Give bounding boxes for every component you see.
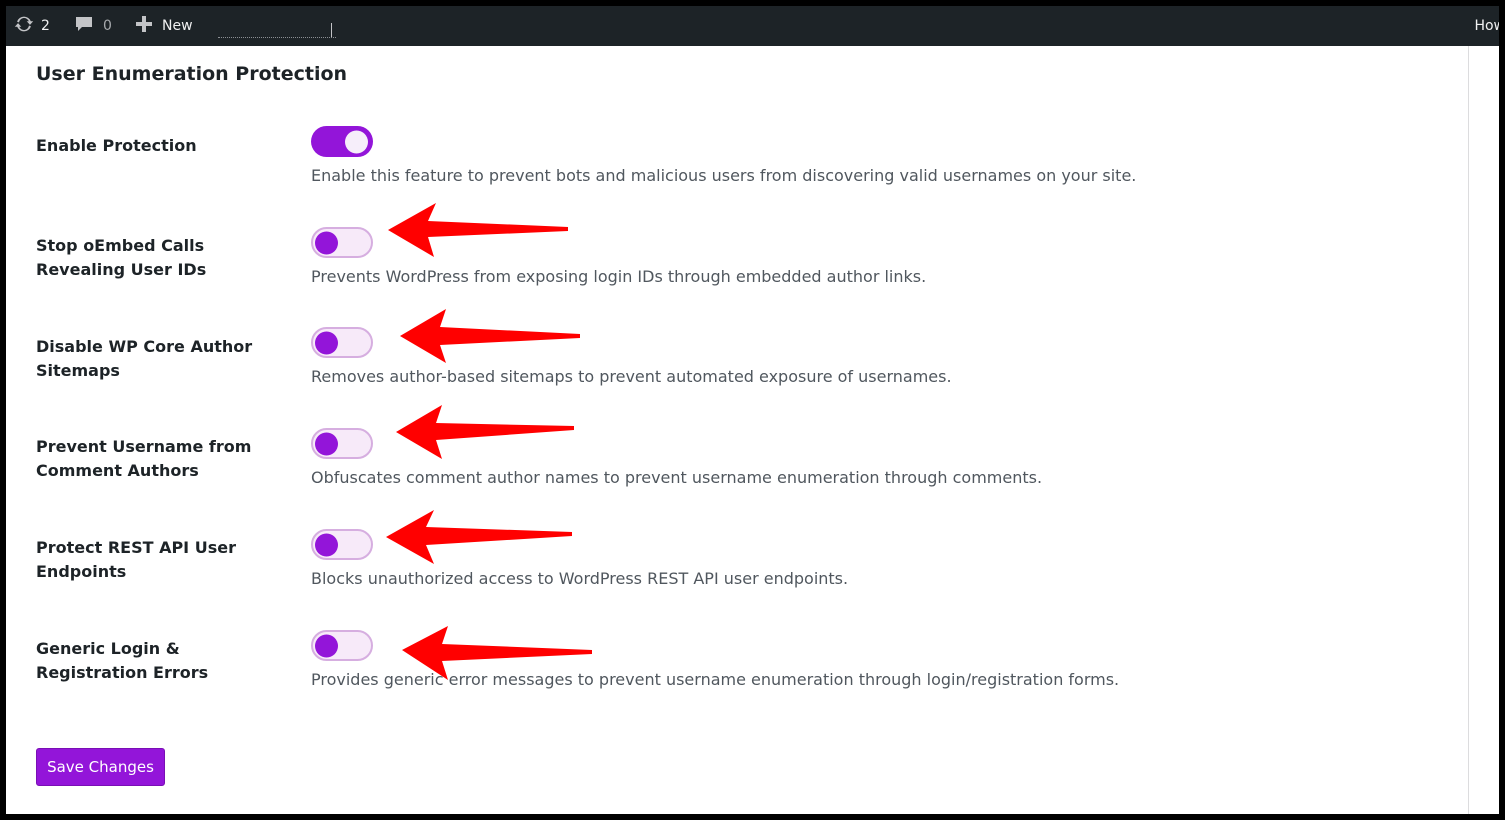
setting-description: Obfuscates comment author names to preve… (311, 468, 1043, 487)
prevent-comment-username-toggle[interactable] (311, 428, 373, 459)
setting-label: Protect REST API User Endpoints (36, 538, 236, 581)
toggle-knob (345, 130, 368, 153)
updates-count: 2 (41, 18, 50, 34)
new-content-link[interactable]: New (135, 6, 193, 46)
disable-author-sitemaps-toggle[interactable] (311, 327, 373, 358)
howdy-label: How (1474, 18, 1499, 34)
setting-description: Prevents WordPress from exposing login I… (311, 267, 927, 286)
section-title: User Enumeration Protection (36, 63, 348, 85)
annotation-arrow-icon (386, 510, 572, 564)
annotation-arrow-icon (402, 626, 592, 680)
enable-protection-toggle[interactable] (311, 126, 373, 157)
annotation-arrow-icon (400, 309, 580, 363)
setting-label: Prevent Username from Comment Authors (36, 437, 252, 480)
protect-rest-api-toggle[interactable] (311, 529, 373, 560)
stop-oembed-toggle[interactable] (311, 227, 373, 258)
comment-bubble-icon (74, 14, 94, 38)
setting-label: Enable Protection (36, 136, 197, 155)
comments-link[interactable]: 0 (74, 6, 112, 46)
save-changes-button[interactable]: Save Changes (36, 748, 165, 786)
setting-description: Enable this feature to prevent bots and … (311, 166, 1137, 185)
generic-login-errors-toggle[interactable] (311, 630, 373, 661)
toggle-knob (315, 634, 338, 657)
my-account-link[interactable]: How (1474, 6, 1499, 46)
admin-bar: 2 0 New How (6, 6, 1499, 46)
plus-icon (135, 15, 153, 37)
setting-label: Generic Login & Registration Errors (36, 639, 209, 682)
annotation-arrow-icon (388, 203, 568, 257)
toggle-knob (315, 331, 338, 354)
content-right-border (1468, 46, 1469, 814)
annotation-arrow-icon (396, 405, 574, 459)
setting-description: Removes author-based sitemaps to prevent… (311, 367, 952, 386)
toggle-knob (315, 231, 338, 254)
sparkline-baseline (218, 37, 336, 39)
comments-count: 0 (103, 18, 112, 34)
updates-link[interactable]: 2 (13, 6, 50, 46)
setting-label: Stop oEmbed Calls Revealing User IDs (36, 236, 207, 279)
new-label: New (162, 18, 193, 34)
refresh-icon (13, 13, 35, 39)
stats-sparkline[interactable] (218, 6, 338, 46)
toggle-knob (315, 432, 338, 455)
setting-label: Disable WP Core Author Sitemaps (36, 337, 253, 380)
setting-description: Blocks unauthorized access to WordPress … (311, 569, 849, 588)
sparkline-spike (331, 23, 332, 37)
page-frame: 2 0 New How User (6, 6, 1499, 814)
toggle-knob (315, 533, 338, 556)
